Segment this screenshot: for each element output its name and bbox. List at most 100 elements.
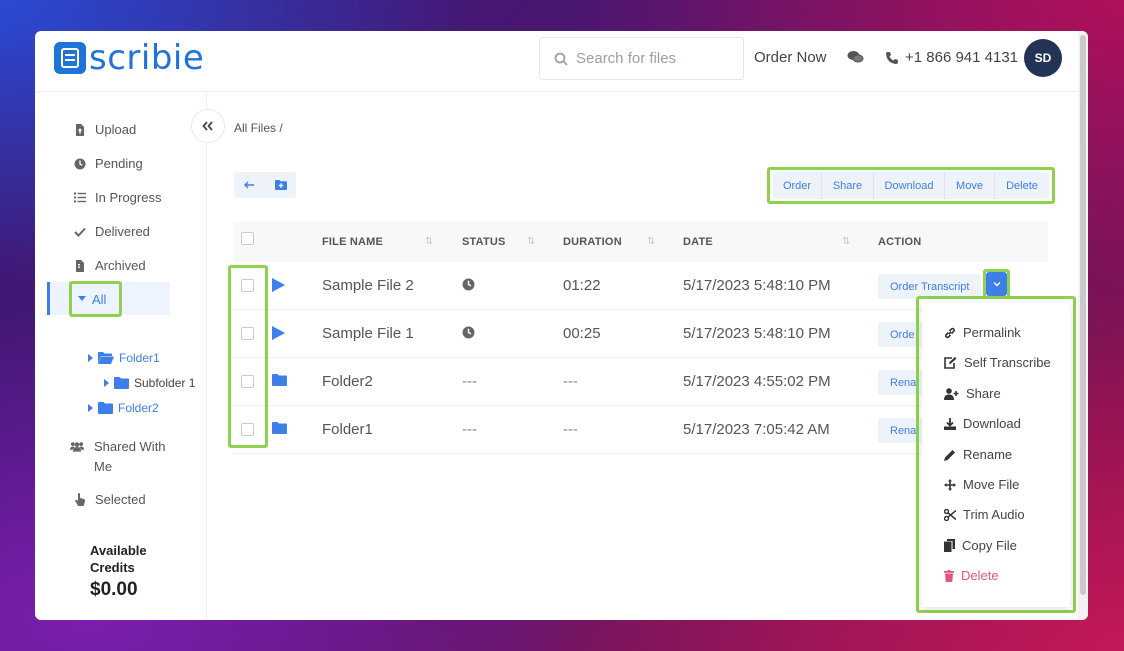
- copy-icon: [944, 539, 955, 552]
- menu-item-label: Self Transcribe: [964, 355, 1051, 370]
- sidebar-item-in-progress[interactable]: In Progress: [73, 190, 161, 205]
- file-archive-icon: [73, 259, 87, 272]
- date: 5/17/2023 4:55:02 PM: [683, 373, 831, 390]
- sidebar-item-label: Archived: [95, 258, 146, 273]
- action-dropdown-toggle[interactable]: [986, 272, 1007, 296]
- column-duration[interactable]: DURATION: [563, 236, 622, 248]
- app-window: scribie Order Now +1 866 941 4131 SD Upl…: [35, 31, 1088, 620]
- play-icon[interactable]: [272, 326, 285, 340]
- search-input[interactable]: [576, 50, 736, 67]
- file-name[interactable]: Folder2: [322, 373, 373, 390]
- sidebar-item-upload[interactable]: Upload: [73, 122, 136, 137]
- logo[interactable]: scribie: [54, 41, 204, 75]
- credits-card: Available Credits $0.00: [67, 530, 175, 620]
- sidebar-item-pending[interactable]: Pending: [73, 156, 143, 171]
- sidebar-item-delivered[interactable]: Delivered: [73, 224, 150, 239]
- move-icon: [944, 478, 956, 491]
- duration: 00:25: [563, 325, 601, 342]
- user-plus-icon: [944, 387, 959, 400]
- menu-item-self-transcribe[interactable]: Self Transcribe: [944, 355, 1051, 370]
- file-name[interactable]: Sample File 1: [322, 325, 414, 342]
- sort-icon[interactable]: ⇅: [842, 236, 850, 247]
- sidebar-item-label: Shared With: [94, 439, 166, 454]
- phone-contact[interactable]: +1 866 941 4131: [885, 49, 1018, 66]
- sidebar-item-archived[interactable]: Archived: [73, 258, 146, 273]
- menu-item-move-file[interactable]: Move File: [944, 477, 1019, 492]
- sort-icon[interactable]: ⇅: [425, 236, 433, 247]
- column-action: ACTION: [878, 236, 922, 248]
- toolbar-left: [234, 172, 296, 198]
- sidebar-item-all[interactable]: All: [69, 281, 122, 317]
- sidebar-item-selected[interactable]: Selected: [73, 492, 146, 507]
- status: ---: [462, 373, 477, 390]
- caret-right-icon: [104, 379, 109, 387]
- caret-down-icon: [78, 296, 86, 301]
- menu-item-download[interactable]: Download: [944, 416, 1021, 431]
- menu-item-permalink[interactable]: Permalink: [944, 325, 1021, 340]
- menu-item-label: Copy File: [962, 538, 1017, 553]
- scrollbar-track[interactable]: [1078, 31, 1088, 620]
- chevron-down-icon: [993, 281, 1000, 286]
- menu-item-label: Delete: [961, 568, 999, 583]
- folder-icon: [98, 402, 113, 414]
- sidebar: Upload Pending In Progress Delivered Arc…: [35, 92, 207, 620]
- chat-icon[interactable]: [847, 50, 864, 64]
- breadcrumb[interactable]: All Files /: [234, 121, 283, 135]
- users-icon: [70, 441, 84, 452]
- tree-folder1[interactable]: Folder1: [88, 351, 160, 365]
- sidebar-item-label: Delivered: [95, 224, 150, 239]
- edit-icon: [944, 356, 957, 369]
- menu-item-label: Move File: [963, 477, 1020, 492]
- select-all-checkbox[interactable]: [241, 232, 254, 245]
- toolbar-delete-button[interactable]: Delete: [995, 172, 1049, 199]
- logo-text: scribie: [89, 38, 205, 78]
- menu-item-delete[interactable]: Delete: [944, 568, 999, 583]
- caret-right-icon: [88, 404, 93, 412]
- toolbar-order-button[interactable]: Order: [773, 172, 822, 199]
- new-folder-button[interactable]: [265, 172, 296, 198]
- sidebar-item-label: All: [92, 291, 107, 307]
- scissors-icon: [944, 508, 956, 521]
- phone-icon: [886, 51, 898, 64]
- folder-icon: [114, 377, 129, 389]
- order-now-link[interactable]: Order Now: [754, 49, 827, 66]
- back-button[interactable]: [234, 172, 265, 198]
- toolbar-share-button[interactable]: Share: [822, 172, 874, 199]
- sort-icon[interactable]: ⇅: [647, 236, 655, 247]
- scrollbar-thumb[interactable]: [1080, 35, 1086, 595]
- search-box[interactable]: [539, 37, 744, 80]
- list-icon: [73, 192, 87, 203]
- column-status[interactable]: STATUS: [462, 236, 506, 248]
- column-file-name[interactable]: FILE NAME: [322, 236, 383, 248]
- menu-item-share[interactable]: Share: [944, 386, 1001, 401]
- tree-label: Subfolder 1: [134, 376, 196, 390]
- tree-subfolder1[interactable]: Subfolder 1: [104, 376, 195, 390]
- sidebar-item-label: Upload: [95, 122, 137, 137]
- clock-icon: [462, 278, 475, 291]
- avatar[interactable]: SD: [1024, 39, 1062, 77]
- toolbar-download-button[interactable]: Download: [874, 172, 945, 199]
- menu-item-rename[interactable]: Rename: [944, 447, 1012, 462]
- tree-label: Folder1: [119, 351, 160, 365]
- table-header: FILE NAME ⇅ STATUS ⇅ DURATION ⇅ DATE ⇅ A…: [234, 222, 1048, 262]
- menu-item-trim-audio[interactable]: Trim Audio: [944, 507, 1025, 522]
- credits-label: Available Credits: [90, 543, 147, 575]
- top-header: scribie Order Now +1 866 941 4131 SD: [35, 31, 1078, 92]
- tree-folder2[interactable]: Folder2: [88, 401, 159, 415]
- collapse-sidebar-button[interactable]: [191, 109, 225, 143]
- sidebar-item-label: Me: [94, 459, 113, 474]
- credits-value: $0.00: [90, 579, 138, 600]
- sidebar-item-shared[interactable]: Shared With Me: [70, 437, 166, 477]
- folder-icon: [272, 374, 287, 386]
- file-name[interactable]: Folder1: [322, 421, 373, 438]
- sort-icon[interactable]: ⇅: [527, 236, 535, 247]
- chevrons-left-icon: [202, 121, 213, 131]
- folder-plus-icon: [274, 180, 287, 190]
- link-icon: [944, 327, 956, 338]
- column-date[interactable]: DATE: [683, 236, 713, 248]
- file-name[interactable]: Sample File 2: [322, 277, 414, 294]
- menu-item-copy-file[interactable]: Copy File: [944, 538, 1017, 553]
- toolbar-move-button[interactable]: Move: [945, 172, 995, 199]
- search-icon: [554, 52, 568, 66]
- play-icon[interactable]: [272, 278, 285, 292]
